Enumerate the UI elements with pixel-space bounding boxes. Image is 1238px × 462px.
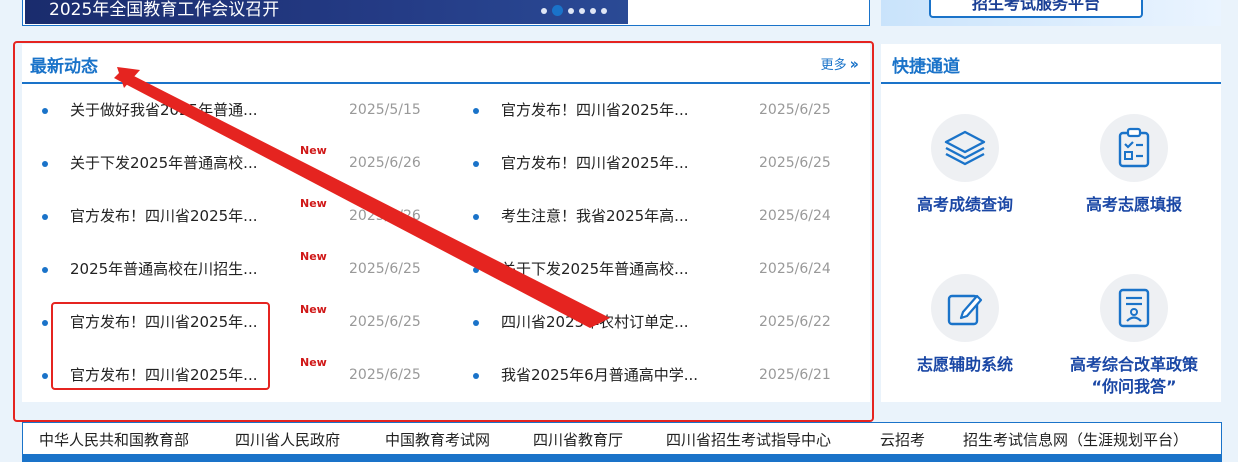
- annotation-arrow: [114, 67, 610, 328]
